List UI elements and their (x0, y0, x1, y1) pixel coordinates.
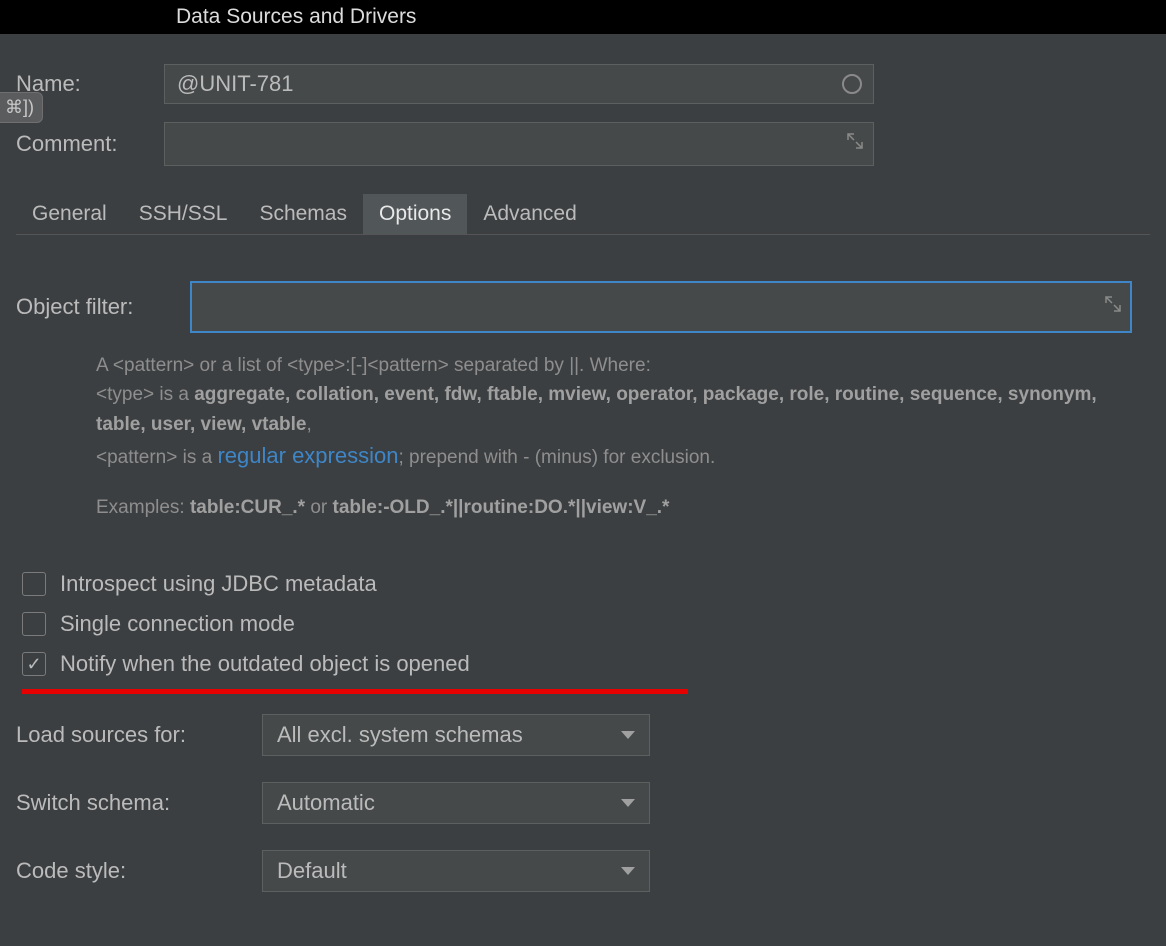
regex-link[interactable]: regular expression (217, 443, 398, 468)
tab-options[interactable]: Options (363, 194, 467, 234)
tab-ssh-ssl[interactable]: SSH/SSL (123, 194, 244, 234)
comment-input[interactable] (164, 122, 874, 166)
code-style-label: Code style: (16, 858, 262, 884)
switch-schema-label: Switch schema: (16, 790, 262, 816)
single-connection-label: Single connection mode (60, 611, 295, 637)
introspect-jdbc-label: Introspect using JDBC metadata (60, 571, 377, 597)
comment-label: Comment: (16, 131, 164, 157)
name-input[interactable] (164, 64, 874, 104)
notify-outdated-label: Notify when the outdated object is opene… (60, 651, 470, 677)
tab-schemas[interactable]: Schemas (243, 194, 363, 234)
tab-general[interactable]: General (16, 194, 123, 234)
single-connection-checkbox[interactable] (22, 612, 46, 636)
highlight-underline (22, 689, 688, 694)
tab-advanced[interactable]: Advanced (467, 194, 592, 234)
notify-outdated-checkbox[interactable] (22, 652, 46, 676)
introspect-jdbc-checkbox[interactable] (22, 572, 46, 596)
titlebar: Data Sources and Drivers (0, 0, 1166, 34)
load-sources-dropdown[interactable]: All excl. system schemas (262, 714, 650, 756)
object-filter-help: A <pattern> or a list of <type>:[-]<patt… (96, 351, 1132, 523)
code-style-dropdown[interactable]: Default (262, 850, 650, 892)
load-sources-label: Load sources for: (16, 722, 262, 748)
color-picker-circle-icon[interactable] (842, 74, 862, 94)
chevron-down-icon (621, 799, 635, 807)
chevron-down-icon (621, 731, 635, 739)
switch-schema-dropdown[interactable]: Automatic (262, 782, 650, 824)
object-filter-label: Object filter: (16, 294, 190, 320)
window-title: Data Sources and Drivers (176, 5, 416, 29)
tab-bar: General SSH/SSL Schemas Options Advanced (16, 194, 1150, 235)
object-filter-input[interactable] (190, 281, 1132, 333)
chevron-down-icon (621, 867, 635, 875)
shortcut-hint-badge: ⌘]) (0, 92, 43, 123)
